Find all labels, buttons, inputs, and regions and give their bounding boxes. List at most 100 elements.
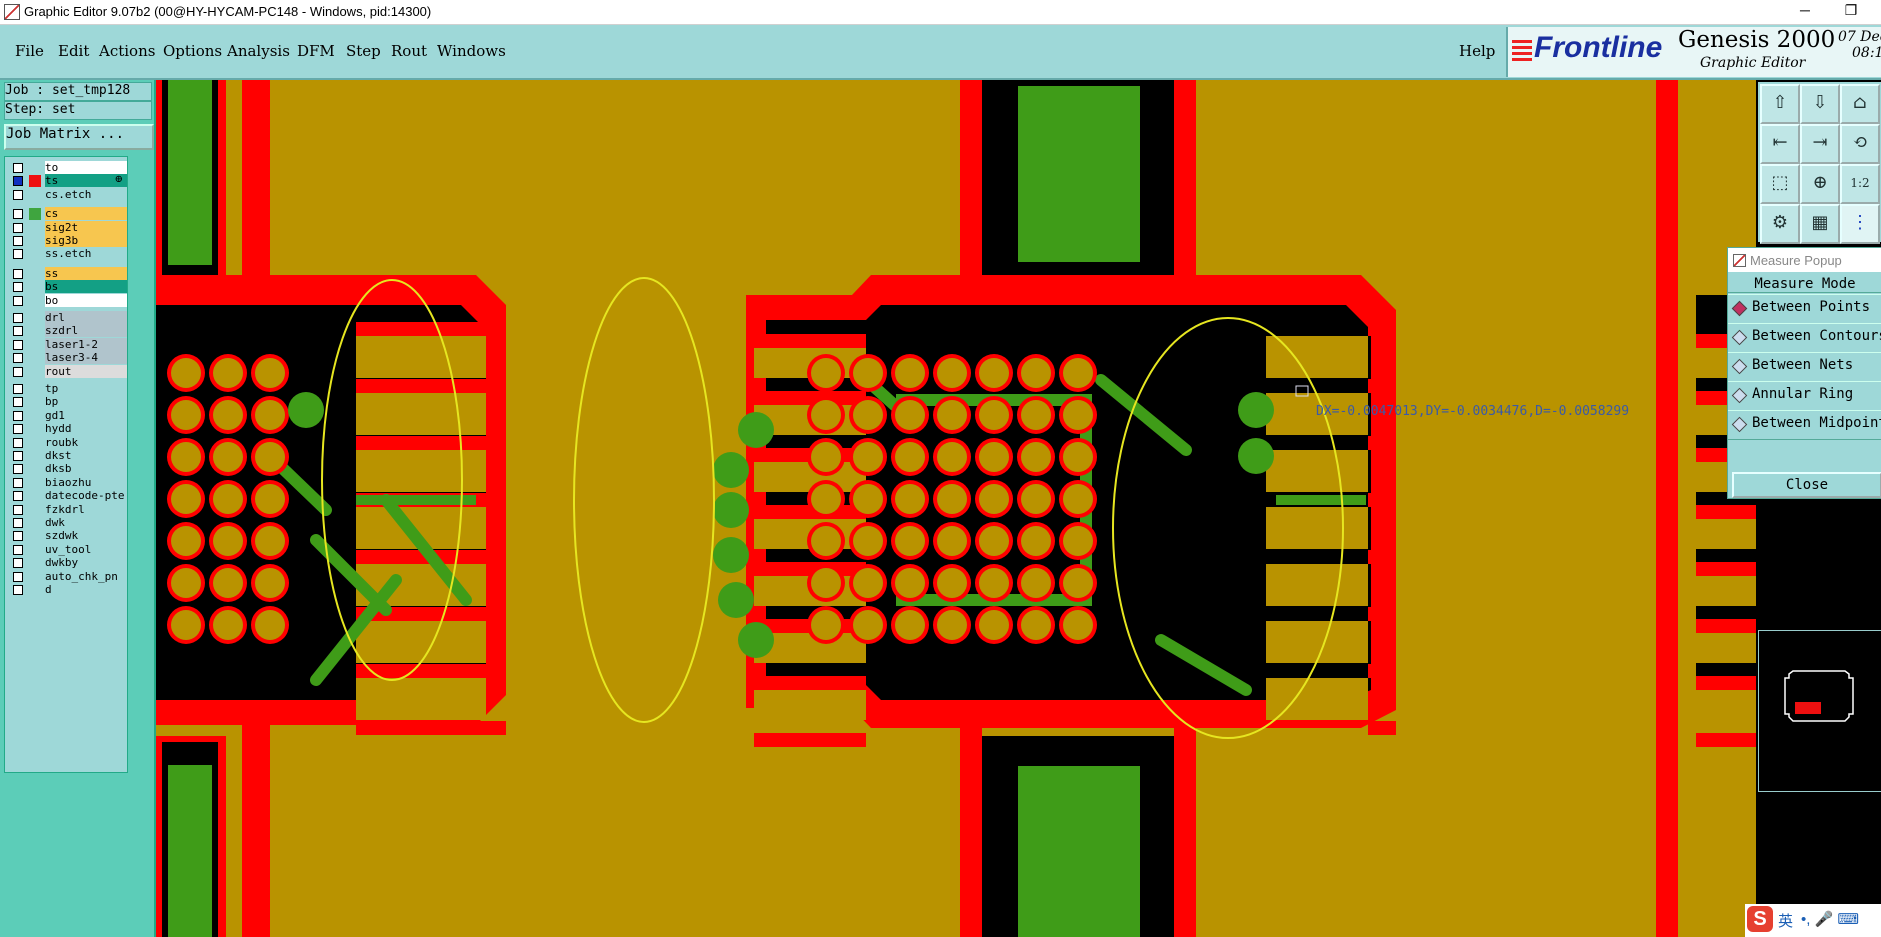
menu-analysis[interactable]: Analysis <box>227 42 290 60</box>
zoom-center-icon[interactable]: ⊕ <box>1800 164 1840 204</box>
snap-icon[interactable]: ⋮ <box>1840 204 1880 244</box>
layer-checkbox[interactable] <box>13 558 23 569</box>
layer-name[interactable]: bp <box>45 395 127 409</box>
layer-row[interactable]: laser3-4 <box>7 351 127 365</box>
option-between-points[interactable]: Between Points <box>1728 294 1881 324</box>
job-matrix-button[interactable]: Job Matrix ... <box>4 124 154 150</box>
zoom-back-icon[interactable]: ⇩ <box>1800 84 1840 124</box>
layer-name[interactable]: sig2t <box>45 220 127 234</box>
layer-row[interactable]: laser1-2 <box>7 337 127 352</box>
layer-name[interactable]: uv_tool <box>45 542 127 556</box>
layer-checkbox[interactable] <box>13 410 23 421</box>
menu-help[interactable]: Help <box>1459 42 1495 60</box>
layer-row[interactable]: bp <box>7 395 127 409</box>
layer-checkbox[interactable] <box>13 282 23 293</box>
layer-name[interactable]: auto_chk_pn <box>45 569 127 583</box>
layer-checkbox[interactable] <box>13 339 23 350</box>
layer-row[interactable]: dwk <box>7 516 127 530</box>
layer-checkbox[interactable] <box>13 313 23 323</box>
layer-checkbox[interactable] <box>13 209 23 220</box>
menu-dfm[interactable]: DFM <box>297 42 335 60</box>
layer-name[interactable]: bo <box>45 293 127 307</box>
layer-checkbox[interactable] <box>13 464 23 475</box>
layer-checkbox[interactable] <box>13 504 23 515</box>
layer-row[interactable]: to <box>7 161 127 175</box>
layer-row[interactable]: ss <box>7 266 127 281</box>
layer-name[interactable]: tp <box>45 382 127 395</box>
fit-view-icon[interactable]: ⬚ <box>1760 164 1800 204</box>
layer-row[interactable]: cs <box>7 207 127 221</box>
layer-name[interactable]: dkst <box>45 449 127 462</box>
layer-row[interactable]: bo <box>7 293 127 308</box>
layer-row[interactable]: dwkby <box>7 556 127 570</box>
menu-step[interactable]: Step <box>346 42 381 60</box>
layer-row[interactable]: uv_tool <box>7 542 127 557</box>
pan-right-icon[interactable]: ⇥ <box>1800 124 1840 164</box>
zoom-ratio-icon[interactable]: 1:2 <box>1840 164 1880 204</box>
layer-row[interactable]: ss.etch <box>7 247 127 261</box>
pcb-view[interactable]: DX=-0.0047013,DY=-0.0034476,D=-0.0058299 <box>156 80 1756 937</box>
layer-row[interactable]: hydd <box>7 422 127 436</box>
layer-checkbox[interactable] <box>13 518 23 528</box>
layer-row[interactable]: ts ⊕ <box>7 174 127 188</box>
layer-row[interactable]: drl <box>7 311 127 325</box>
undo-zoom-icon[interactable]: ⟲ <box>1840 124 1880 164</box>
layer-row[interactable]: biaozhu <box>7 475 127 490</box>
home-icon[interactable]: ⌂ <box>1840 84 1880 124</box>
layer-checkbox[interactable] <box>13 491 23 502</box>
layer-name[interactable]: dwk <box>45 516 127 529</box>
layer-name[interactable]: ss <box>45 266 127 280</box>
minimize-button[interactable]: ─ <box>1790 2 1820 18</box>
layer-row[interactable]: rout <box>7 364 127 379</box>
restore-button[interactable]: ❐ <box>1836 2 1866 19</box>
layer-row[interactable]: szdwk <box>7 529 127 543</box>
layer-name[interactable]: cs.etch <box>45 187 127 201</box>
layer-checkbox[interactable] <box>13 571 23 582</box>
layer-row[interactable]: gd1 <box>7 408 127 423</box>
menu-actions[interactable]: Actions <box>99 42 155 60</box>
layer-row[interactable]: dksb <box>7 462 127 476</box>
layer-name[interactable]: szdrl <box>45 324 127 338</box>
layer-checkbox[interactable] <box>13 249 23 260</box>
layer-row[interactable]: sig3b <box>7 234 127 248</box>
layer-checkbox[interactable] <box>13 451 23 461</box>
option-between-nets[interactable]: Between Nets <box>1728 352 1881 382</box>
menu-file[interactable]: File <box>15 42 44 60</box>
layer-row[interactable]: bs <box>7 280 127 294</box>
layer-name[interactable]: dksb <box>45 462 127 476</box>
overview-minimap[interactable] <box>1758 630 1881 792</box>
option-between-midpoints[interactable]: Between Midpoints <box>1728 410 1881 440</box>
layer-checkbox[interactable] <box>13 236 23 246</box>
layer-row[interactable]: datecode-pte <box>7 489 127 503</box>
layer-name[interactable]: drl <box>45 311 127 324</box>
layer-row[interactable]: roubk <box>7 435 127 450</box>
layer-name[interactable]: bs <box>45 280 127 294</box>
layer-checkbox[interactable] <box>13 366 23 377</box>
layer-row[interactable]: auto_chk_pn <box>7 569 127 584</box>
layer-checkbox[interactable] <box>13 176 23 187</box>
layer-checkbox[interactable] <box>13 295 23 306</box>
layer-name[interactable]: szdwk <box>45 529 127 543</box>
layer-checkbox[interactable] <box>13 477 23 488</box>
menu-edit[interactable]: Edit <box>58 42 89 60</box>
layer-checkbox[interactable] <box>13 397 23 408</box>
layer-checkbox[interactable] <box>13 424 23 435</box>
layer-name[interactable]: ss.etch <box>45 247 127 261</box>
layer-checkbox[interactable] <box>13 222 23 233</box>
layer-checkbox[interactable] <box>13 384 23 394</box>
grid-icon[interactable]: ▦ <box>1800 204 1840 244</box>
settings-icon[interactable]: ⚙ <box>1760 204 1800 244</box>
layer-checkbox[interactable] <box>13 189 23 200</box>
layer-name[interactable]: dwkby <box>45 556 127 570</box>
layer-checkbox[interactable] <box>13 544 23 555</box>
option-between-contours[interactable]: Between Contours <box>1728 323 1881 353</box>
layer-row[interactable]: szdrl <box>7 324 127 338</box>
layer-name[interactable]: sig3b <box>45 234 127 247</box>
layer-name[interactable]: roubk <box>45 435 127 449</box>
zoom-home-icon[interactable]: ⇧ <box>1760 84 1800 124</box>
layer-row[interactable]: cs.etch <box>7 187 127 202</box>
layer-name[interactable]: gd1 <box>45 408 127 422</box>
layer-checkbox[interactable] <box>13 585 23 595</box>
layer-name[interactable]: biaozhu <box>45 475 127 489</box>
layer-row[interactable]: sig2t <box>7 220 127 235</box>
